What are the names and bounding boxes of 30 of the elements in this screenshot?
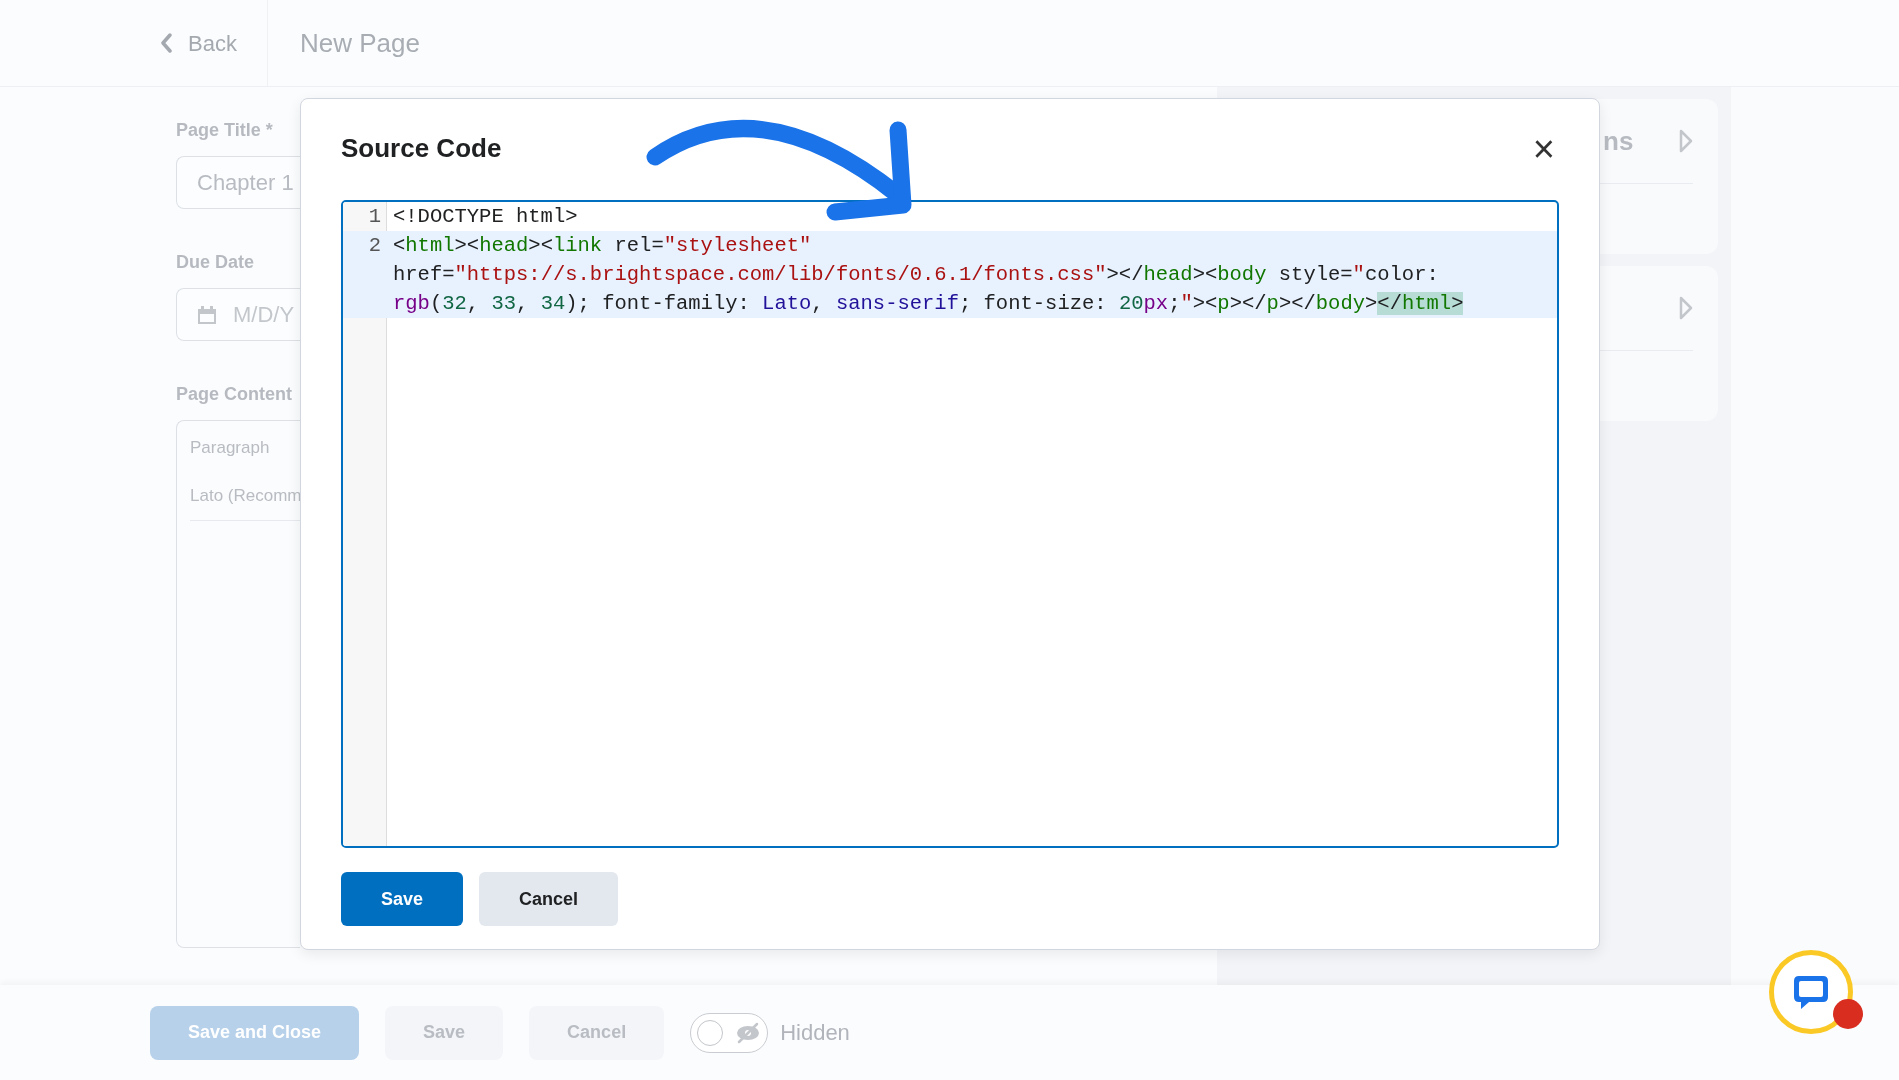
panel-title: ns xyxy=(1603,124,1634,158)
close-button[interactable]: × xyxy=(1528,129,1559,168)
caret-right-icon[interactable] xyxy=(1679,296,1693,320)
field-label: Page Content xyxy=(176,383,293,406)
code-editor[interactable] xyxy=(341,200,1559,848)
save-and-close-button[interactable]: Save and Close xyxy=(150,1005,360,1060)
format-dropdown[interactable]: Paragraph xyxy=(190,435,300,461)
page-title: New Page xyxy=(300,26,420,60)
font-dropdown[interactable]: Lato (Recomm xyxy=(190,482,300,508)
date-input[interactable]: M/D/Y xyxy=(176,288,300,341)
save-button[interactable]: Save xyxy=(341,872,464,926)
code-line: <html><head><link rel="stylesheet" href="https://s.brightspace.com/lib/fonts/0.6.1/fonts.css"></head><body style="color: rgb(32, 33, 34); font-family: Lato, sans-serif; font-size: 20px;"><p></p></body></html> xyxy=(392,233,1465,317)
chevron-left-icon xyxy=(160,33,172,53)
visibility-toggle[interactable] xyxy=(690,1012,769,1053)
calendar-icon xyxy=(197,304,217,325)
date-placeholder: M/D/Y xyxy=(233,301,295,329)
code-line: <!DOCTYPE html> xyxy=(392,204,579,230)
dialog-title: Source Code xyxy=(341,132,502,165)
cancel-button[interactable]: Cancel xyxy=(479,872,619,926)
eye-slash-icon xyxy=(735,1021,762,1044)
line-number: 2 xyxy=(367,233,382,259)
field-label: Due Date xyxy=(176,251,256,274)
save-button[interactable]: Save xyxy=(385,1005,504,1060)
back-button[interactable]: Back xyxy=(160,26,267,60)
line-number: 1 xyxy=(367,204,382,230)
title-input[interactable]: Chapter 1 xyxy=(176,156,300,209)
visibility-label: Hidden xyxy=(780,1019,850,1047)
cancel-button[interactable]: Cancel xyxy=(529,1005,665,1060)
field-label: Page Title * xyxy=(176,119,274,142)
caret-right-icon[interactable] xyxy=(1679,129,1693,153)
